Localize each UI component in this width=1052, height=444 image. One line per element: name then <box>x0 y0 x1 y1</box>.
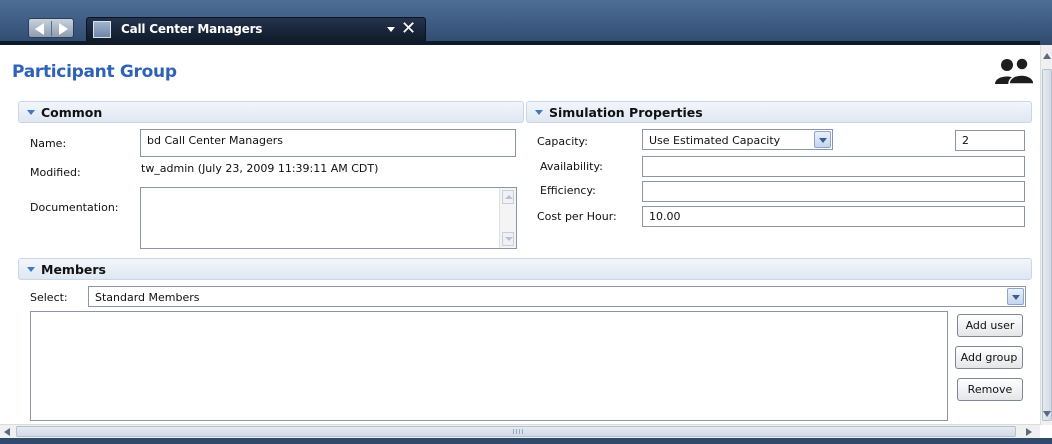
cost-per-hour-field[interactable]: 10.00 <box>642 206 1025 227</box>
people-icon <box>995 57 1034 85</box>
documentation-field[interactable] <box>140 187 517 249</box>
collapse-arrow-icon <box>535 110 543 115</box>
scroll-left-icon[interactable] <box>4 428 10 436</box>
documentation-scrollbar[interactable] <box>499 188 516 248</box>
vertical-scrollbar[interactable] <box>1040 45 1052 425</box>
bottom-frame <box>0 438 1052 444</box>
simulation-header-label: Simulation Properties <box>549 105 703 120</box>
back-arrow-icon[interactable] <box>35 23 44 35</box>
editor-tab-bar: Call Center Managers ✕ <box>0 0 1052 45</box>
modified-value: tw_admin (July 23, 2009 11:39:11 AM CDT) <box>141 162 379 175</box>
select-label: Select: <box>30 291 68 304</box>
modified-label: Modified: <box>30 166 81 179</box>
add-user-button[interactable]: Add user <box>957 314 1023 337</box>
collapse-arrow-icon <box>27 110 35 115</box>
capacity-select[interactable]: Use Estimated Capacity <box>642 129 833 150</box>
chevron-down-icon[interactable] <box>1007 288 1024 305</box>
capacity-value-field[interactable]: 2 <box>955 130 1025 151</box>
chevron-down-icon[interactable] <box>814 131 831 148</box>
tab-call-center-managers[interactable]: Call Center Managers ✕ <box>86 17 426 41</box>
cost-per-hour-label: Cost per Hour: <box>537 210 617 223</box>
scroll-up-icon[interactable] <box>1043 53 1051 59</box>
close-icon[interactable]: ✕ <box>401 19 416 39</box>
members-list[interactable] <box>30 311 948 421</box>
members-header-label: Members <box>41 262 106 277</box>
name-label: Name: <box>30 137 67 150</box>
scroll-up-icon[interactable] <box>502 190 514 204</box>
members-select-value: Standard Members <box>95 291 200 304</box>
scroll-down-icon[interactable] <box>1043 411 1051 417</box>
nav-separator <box>51 21 52 36</box>
group-icon <box>93 21 111 38</box>
members-section-header[interactable]: Members <box>18 258 1032 280</box>
page-title: Participant Group <box>12 62 177 82</box>
scroll-right-icon[interactable] <box>1026 428 1032 436</box>
forward-arrow-icon[interactable] <box>59 23 68 35</box>
vertical-scroll-thumb[interactable] <box>1042 69 1052 421</box>
remove-button[interactable]: Remove <box>957 378 1023 401</box>
capacity-select-value: Use Estimated Capacity <box>649 134 781 147</box>
history-nav <box>28 18 74 38</box>
add-group-button[interactable]: Add group <box>955 346 1023 369</box>
efficiency-label: Efficiency: <box>540 184 596 197</box>
name-field[interactable]: bd Call Center Managers <box>140 129 516 157</box>
scroll-down-icon[interactable] <box>502 232 514 246</box>
collapse-arrow-icon <box>27 267 35 272</box>
availability-label: Availability: <box>540 160 603 173</box>
horizontal-scroll-thumb[interactable] <box>16 426 1016 437</box>
documentation-label: Documentation: <box>30 201 119 214</box>
common-section-header[interactable]: Common <box>18 101 524 123</box>
simulation-section-header[interactable]: Simulation Properties <box>526 101 1032 123</box>
availability-field[interactable] <box>642 156 1025 177</box>
tab-title: Call Center Managers <box>121 22 263 36</box>
horizontal-scrollbar[interactable] <box>0 424 1040 438</box>
efficiency-field[interactable] <box>642 181 1025 202</box>
members-select[interactable]: Standard Members <box>88 286 1026 307</box>
tab-dropdown-icon[interactable] <box>387 27 395 32</box>
capacity-label: Capacity: <box>537 135 588 148</box>
tab-bar-underline <box>0 41 1040 45</box>
common-header-label: Common <box>41 105 103 120</box>
scroll-grip-icon <box>513 429 523 434</box>
